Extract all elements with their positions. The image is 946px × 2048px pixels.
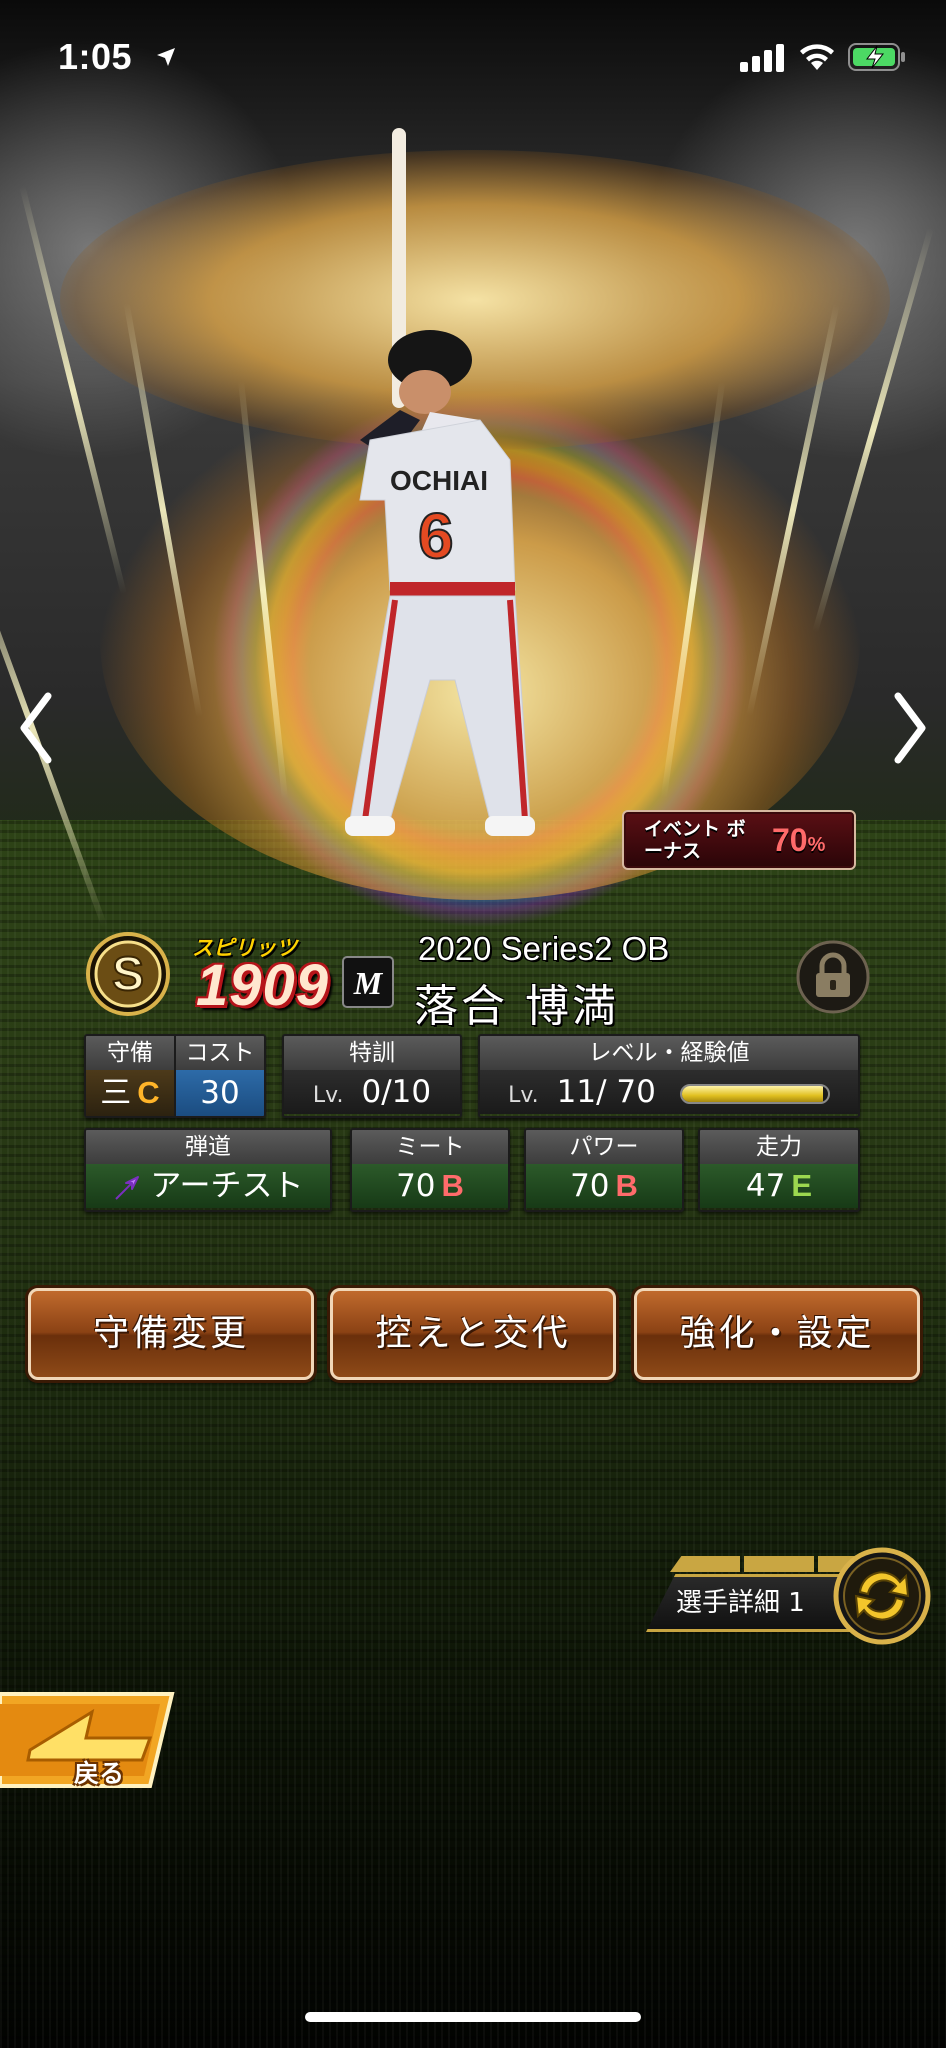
substitute-button[interactable]: 控えと交代 (330, 1288, 616, 1380)
cellular-signal-icon (740, 44, 784, 72)
swap-icon[interactable] (832, 1546, 932, 1646)
power-header: パワー (526, 1130, 682, 1164)
cost-value: 30 (176, 1070, 264, 1116)
enhance-settings-button[interactable]: 強化・設定 (634, 1288, 920, 1380)
training-header: 特訓 (284, 1036, 460, 1070)
power-panel: パワー 70 B (524, 1128, 684, 1212)
power-grade: B (615, 1168, 638, 1203)
team-logo-letter: M (353, 965, 384, 1001)
cost-header: コスト (176, 1036, 264, 1070)
contact-value: 70 B (352, 1164, 508, 1208)
battery-charging-icon (848, 43, 905, 71)
status-time: 1:05 (58, 36, 133, 77)
previous-arrow-icon[interactable] (14, 690, 58, 766)
player-name: 落合 博満 (414, 981, 619, 1032)
wifi-icon (800, 44, 834, 70)
trajectory-value: アーチスト (86, 1164, 330, 1208)
level-value: Lv. 11/ 70 (480, 1070, 858, 1114)
lock-icon[interactable] (796, 940, 870, 1014)
position-grade: C (137, 1075, 160, 1110)
player-detail-tab[interactable]: 選手詳細 1 (646, 1574, 856, 1632)
exp-bar (679, 1083, 830, 1104)
home-indicator (305, 2012, 641, 2022)
rank-badge: S (86, 932, 170, 1016)
trajectory-header: 弾道 (86, 1130, 330, 1164)
contact-header: ミート (352, 1130, 508, 1164)
level-exp-header: レベル・経験値 (480, 1036, 858, 1070)
location-arrow-icon (157, 48, 175, 66)
event-bonus-label: イベント ボーナス (644, 818, 746, 862)
position-cost-panel: 守備 コスト 三C 30 (84, 1034, 266, 1118)
training-panel: 特訓 Lv. 0/10 (282, 1034, 462, 1118)
series-label: 2020 Series2 OB (418, 930, 670, 967)
back-label: 戻る (74, 1759, 125, 1788)
status-bar: 1:05 (0, 0, 946, 120)
position-header: 守備 (86, 1036, 176, 1070)
player-figure: OCHIAI 6 (345, 128, 535, 836)
jersey-name: OCHIAI (390, 465, 488, 496)
team-logo-icon: M (342, 956, 394, 1008)
event-bonus-value: 70% (772, 822, 826, 858)
training-value: Lv. 0/10 (284, 1070, 460, 1114)
speed-value: 47 E (700, 1164, 858, 1208)
position-value: 三C (86, 1070, 176, 1116)
speed-header: 走力 (700, 1130, 858, 1164)
speed-grade: E (791, 1168, 813, 1203)
exp-bar-fill (681, 1085, 824, 1102)
spirits-value: 1909 (196, 953, 330, 1018)
rank-letter: S (112, 948, 144, 1001)
contact-panel: ミート 70 B (350, 1128, 510, 1212)
next-arrow-icon[interactable] (888, 690, 932, 766)
power-value: 70 B (526, 1164, 682, 1208)
level-exp-panel: レベル・経験値 Lv. 11/ 70 (478, 1034, 860, 1118)
position-change-button[interactable]: 守備変更 (28, 1288, 314, 1380)
trajectory-arrow-icon (115, 1175, 140, 1200)
contact-grade: B (441, 1168, 464, 1203)
event-bonus-badge: イベント ボーナス 70% (622, 810, 856, 870)
jersey-number: 6 (418, 500, 454, 572)
speed-panel: 走力 47 E (698, 1128, 860, 1212)
trajectory-panel: 弾道 アーチスト (84, 1128, 332, 1212)
